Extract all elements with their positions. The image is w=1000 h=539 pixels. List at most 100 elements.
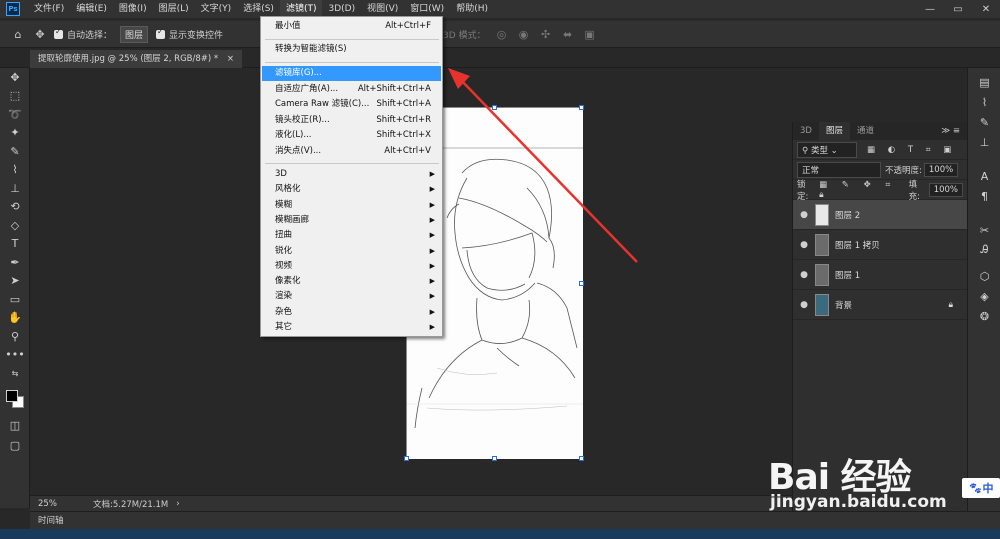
menu-help[interactable]: 帮助(H) [450, 0, 494, 18]
minimize-icon[interactable]: — [916, 4, 944, 15]
lock-icons[interactable]: ▦ ✎ ✥ ⌗ 🔒︎ [819, 180, 907, 200]
channels-panel-icon[interactable]: ❂ [968, 306, 1000, 326]
filter-kind-dropdown[interactable]: ⚲ 类型 ⌄ [797, 141, 857, 158]
menu-item-render[interactable]: 渲染 ▶ [262, 289, 441, 304]
clone-source-icon[interactable]: ⊥ [968, 132, 1000, 152]
brush-settings-icon[interactable]: ⌇ [968, 92, 1000, 112]
eraser-icon[interactable]: ◇ [0, 216, 30, 235]
3d-scale-icon[interactable]: ▣ [582, 26, 598, 42]
show-transform-checkbox[interactable]: 显示变换控件 [156, 27, 223, 41]
layer-row[interactable]: ● 图层 2 [793, 200, 967, 230]
stamp-tool-icon[interactable]: ⊥ [0, 179, 30, 198]
3d-slide-icon[interactable]: ⬌ [560, 26, 576, 42]
menu-item-pixelate[interactable]: 像素化 ▶ [262, 274, 441, 289]
move-tool-icon[interactable]: ✥ [32, 26, 48, 42]
eyedropper-icon[interactable]: ✎ [0, 142, 30, 161]
tool-presets-icon[interactable]: ✂ [968, 220, 1000, 240]
tab-layers[interactable]: 图层 [818, 122, 850, 140]
layers-panel-icon[interactable]: ◈ [968, 286, 1000, 306]
document-tab[interactable]: 提取轮廓使用.jpg @ 25% (图层 2, RGB/8#) * × [30, 50, 242, 68]
path-select-icon[interactable]: ➤ [0, 272, 30, 291]
menu-image[interactable]: 图像(I) [113, 0, 153, 18]
3d-roll-icon[interactable]: ◉ [516, 26, 532, 42]
transform-handle[interactable] [579, 456, 584, 461]
menu-item-video[interactable]: 视频 ▶ [262, 259, 441, 274]
history-brush-icon[interactable]: ⟲ [0, 198, 30, 217]
menu-item-adaptive-wide-angle[interactable]: 自适应广角(A)... Alt+Shift+Ctrl+A [262, 82, 441, 97]
foreground-color-swatch[interactable] [6, 390, 18, 402]
visibility-eye-icon[interactable]: ● [793, 300, 815, 310]
menu-item-blur-gallery[interactable]: 模糊画廊 ▶ [262, 213, 441, 228]
visibility-eye-icon[interactable]: ● [793, 270, 815, 280]
lasso-tool-icon[interactable]: ➰ [0, 105, 30, 124]
home-icon[interactable]: ⌂ [10, 26, 26, 42]
hand-tool-icon[interactable]: ✋ [0, 309, 30, 328]
3d-pan-icon[interactable]: ✣ [538, 26, 554, 42]
glyphs-icon[interactable]: Ꭿ [968, 240, 1000, 260]
swap-colors-icon[interactable]: ⇆ [0, 364, 30, 383]
menu-edit[interactable]: 编辑(E) [70, 0, 113, 18]
3d-orbit-icon[interactable]: ◎ [494, 26, 510, 42]
menu-item-3d[interactable]: 3D ▶ [262, 167, 441, 182]
menu-item-lens-correction[interactable]: 镜头校正(R)... Shift+Ctrl+R [262, 113, 441, 128]
menu-item-vanishing-point[interactable]: 消失点(V)... Alt+Ctrl+V [262, 144, 441, 159]
menu-item-noise[interactable]: 杂色 ▶ [262, 305, 441, 320]
menu-item-convert-smart-filter[interactable]: 转换为智能滤镜(S) [262, 42, 441, 57]
zoom-level[interactable]: 25% [38, 499, 93, 509]
type-tool-icon[interactable]: T [0, 235, 30, 254]
layer-row[interactable]: ● 背景 🔒︎ [793, 290, 967, 320]
status-arrow-icon[interactable]: › [176, 499, 179, 509]
close-icon[interactable]: ✕ [972, 4, 1000, 15]
auto-select-dropdown[interactable]: 图层 [120, 25, 149, 43]
move-tool-icon[interactable]: ✥ [0, 68, 30, 87]
layer-row[interactable]: ● 图层 1 拷贝 [793, 230, 967, 260]
3d-panel-icon[interactable]: ⬡ [968, 266, 1000, 286]
more-tools-icon[interactable]: ••• [0, 346, 30, 365]
menu-item-distort[interactable]: 扭曲 ▶ [262, 228, 441, 243]
layer-name[interactable]: 背景 [835, 299, 852, 311]
character-icon[interactable]: A [968, 166, 1000, 186]
filter-icons[interactable]: ▦ ◐ T ⌗ ▣ [867, 145, 956, 155]
pen-tool-icon[interactable]: ✒ [0, 253, 30, 272]
menu-item-camera-raw[interactable]: Camera Raw 滤镜(C)... Shift+Ctrl+A [262, 97, 441, 112]
visibility-eye-icon[interactable]: ● [793, 240, 815, 250]
quick-mask-icon[interactable]: ◫ [0, 416, 30, 435]
brush-tool-icon[interactable]: ⌇ [0, 161, 30, 180]
transform-handle[interactable] [579, 281, 584, 286]
transform-handle[interactable] [404, 456, 409, 461]
layer-name[interactable]: 图层 1 拷贝 [835, 239, 880, 251]
zoom-tool-icon[interactable]: ⚲ [0, 327, 30, 346]
panel-menu-icon[interactable]: ≫ ≡ [934, 122, 967, 140]
close-tab-icon[interactable]: × [227, 54, 234, 64]
brushes-icon[interactable]: ✎ [968, 112, 1000, 132]
restore-icon[interactable]: ▭ [944, 4, 972, 15]
menu-item-other[interactable]: 其它 ▶ [262, 320, 441, 335]
opacity-field[interactable]: 100% [923, 162, 959, 177]
blend-mode-dropdown[interactable]: 正常 [797, 161, 881, 178]
magic-wand-icon[interactable]: ✦ [0, 124, 30, 143]
layer-name[interactable]: 图层 1 [835, 269, 860, 281]
screen-mode-icon[interactable]: ▢ [0, 436, 30, 455]
paragraph-icon[interactable]: ¶ [968, 186, 1000, 206]
menu-item-stylize[interactable]: 风格化 ▶ [262, 182, 441, 197]
layer-name[interactable]: 图层 2 [835, 209, 860, 221]
timeline-panel-tab[interactable]: 时间轴 [30, 511, 1000, 529]
menu-item-liquify[interactable]: 液化(L)... Shift+Ctrl+X [262, 128, 441, 143]
history-icon[interactable]: ▤ [968, 72, 1000, 92]
menu-item-blur[interactable]: 模糊 ▶ [262, 198, 441, 213]
transform-handle[interactable] [492, 456, 497, 461]
menu-item-sharpen[interactable]: 锐化 ▶ [262, 244, 441, 259]
menu-item-minimum[interactable]: 最小值 Alt+Ctrl+F [262, 19, 441, 34]
menu-file[interactable]: 文件(F) [28, 0, 70, 18]
auto-select-checkbox[interactable]: 自动选择： [54, 27, 112, 41]
menu-type[interactable]: 文字(Y) [195, 0, 238, 18]
marquee-tool-icon[interactable]: ⬚ [0, 87, 30, 106]
layer-row[interactable]: ● 图层 1 [793, 260, 967, 290]
tab-3d[interactable]: 3D [793, 122, 819, 140]
fill-field[interactable]: 100% [928, 182, 964, 197]
shape-tool-icon[interactable]: ▭ [0, 290, 30, 309]
menu-item-filter-gallery[interactable]: 滤镜库(G)... [262, 66, 441, 82]
menu-layer[interactable]: 图层(L) [153, 0, 195, 18]
tab-channels[interactable]: 通道 [850, 122, 881, 140]
visibility-eye-icon[interactable]: ● [793, 210, 815, 220]
